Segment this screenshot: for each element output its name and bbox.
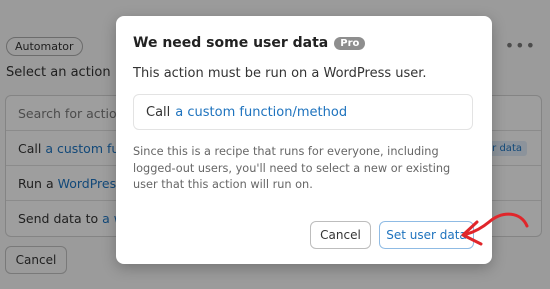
pro-badge: Pro (334, 36, 366, 50)
user-data-modal: We need some user data Pro This action m… (116, 16, 492, 264)
annotation-arrow-icon (461, 212, 529, 246)
selected-action-box: Call a custom function/method (133, 94, 473, 130)
action-prefix: Call (146, 104, 171, 120)
modal-note: Since this is a recipe that runs for eve… (133, 145, 451, 191)
cancel-button[interactable]: Cancel (310, 221, 371, 249)
modal-title-text: We need some user data (133, 35, 329, 51)
modal-title: We need some user data Pro (133, 35, 366, 51)
modal-description: This action must be run on a WordPress u… (133, 66, 427, 81)
action-link[interactable]: a custom function/method (175, 105, 347, 120)
